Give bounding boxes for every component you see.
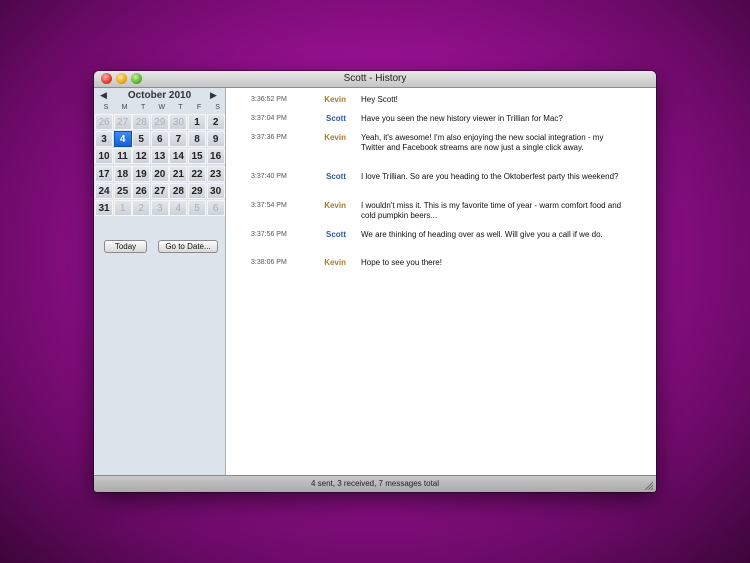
- message-sender: Kevin: [324, 258, 346, 267]
- window-title: Scott - History: [343, 73, 407, 84]
- message-sender: Kevin: [324, 95, 346, 104]
- calendar-day[interactable]: 31: [95, 200, 113, 216]
- calendar-day[interactable]: 21: [169, 165, 188, 182]
- status-summary: 4 sent, 3 received, 7 messages total: [310, 479, 440, 488]
- calendar-day[interactable]: 10: [95, 148, 113, 165]
- calendar-day[interactable]: 3: [95, 131, 113, 148]
- calendar-day[interactable]: 3: [150, 200, 169, 216]
- message-timestamp: 3:37:36 PM: [251, 134, 287, 141]
- message-timestamp: 3:37:40 PM: [251, 173, 287, 180]
- calendar-day[interactable]: 26: [132, 182, 151, 199]
- calendar-day[interactable]: 1: [113, 200, 132, 216]
- message-history-list[interactable]: 3:36:52 PM Kevin Hey Scott! 3:37:04 PM Scott…: [226, 88, 656, 475]
- chevron-right-icon[interactable]: ▶: [210, 89, 217, 102]
- calendar-day[interactable]: 28: [132, 114, 151, 130]
- message-sender: Scott: [326, 114, 346, 123]
- weekday-header-row: SMTWTFS: [94, 103, 225, 113]
- calendar-day[interactable]: 15: [188, 148, 206, 165]
- calendar-day[interactable]: 29: [188, 182, 206, 199]
- message-sender: Scott: [326, 172, 346, 181]
- calendar-day[interactable]: 6: [150, 131, 169, 148]
- calendar-day[interactable]: 26: [95, 114, 113, 130]
- go-to-date-button[interactable]: Go to Date...: [158, 240, 218, 253]
- calendar-day[interactable]: 30: [169, 114, 188, 130]
- status-bar: 4 sent, 3 received, 7 messages total: [94, 475, 656, 492]
- message-text: Hope to see you there!: [361, 258, 442, 267]
- calendar-day[interactable]: 20: [150, 165, 169, 182]
- calendar-day[interactable]: 1: [188, 114, 206, 130]
- calendar-sidebar: ◀ October 2010 ▶ SMTWTFS 26 27 28 29 30 1 2 3 4 5…: [94, 88, 226, 475]
- calendar-day[interactable]: 30: [206, 182, 225, 199]
- message-timestamp: 3:37:04 PM: [251, 115, 287, 122]
- calendar-day[interactable]: 2: [132, 200, 151, 216]
- message-text: Yeah, it's awesome! I'm also enjoying th…: [361, 133, 604, 152]
- calendar-day[interactable]: 27: [150, 182, 169, 199]
- title-bar[interactable]: Scott - History: [94, 71, 656, 88]
- weekday-label: S: [103, 104, 109, 111]
- message-sender: Scott: [326, 230, 346, 239]
- message-text: Hey Scott!: [361, 95, 398, 104]
- today-button[interactable]: Today: [104, 240, 147, 253]
- calendar-day[interactable]: 16: [206, 148, 225, 165]
- calendar-day[interactable]: 19: [132, 165, 151, 182]
- calendar-day[interactable]: 24: [95, 182, 113, 199]
- calendar-day[interactable]: 18: [113, 165, 132, 182]
- message-timestamp: 3:37:54 PM: [251, 202, 287, 209]
- calendar-month-label: October 2010: [127, 90, 192, 101]
- message-text: I wouldn't miss it. This is my favorite …: [361, 201, 622, 220]
- calendar-day-selected[interactable]: 4: [113, 131, 132, 148]
- calendar-day[interactable]: 14: [169, 148, 188, 165]
- calendar-day[interactable]: 13: [150, 148, 169, 165]
- calendar-day[interactable]: 27: [113, 114, 132, 130]
- calendar-day[interactable]: 11: [113, 148, 132, 165]
- calendar-day[interactable]: 9: [206, 131, 225, 148]
- weekday-label: F: [196, 104, 202, 111]
- calendar-day[interactable]: 12: [132, 148, 151, 165]
- calendar-header: ◀ October 2010 ▶: [94, 89, 225, 102]
- message-text: Have you seen the new history viewer in …: [361, 114, 563, 123]
- message-text: I love Trillian. So are you heading to t…: [361, 172, 619, 181]
- weekday-label: T: [141, 104, 146, 111]
- weekday-label: S: [215, 104, 220, 111]
- message-sender: Kevin: [324, 133, 346, 142]
- calendar-day[interactable]: 17: [95, 165, 113, 182]
- calendar-day[interactable]: 5: [188, 200, 206, 216]
- message-text: We are thinking of heading over as well.…: [361, 230, 603, 239]
- calendar-day[interactable]: 4: [169, 200, 188, 216]
- calendar-day[interactable]: 2: [206, 114, 225, 130]
- weekday-label: M: [121, 104, 128, 111]
- calendar-day[interactable]: 29: [150, 114, 169, 130]
- calendar-day[interactable]: 5: [132, 131, 151, 148]
- weekday-label: T: [178, 104, 183, 111]
- message-timestamp: 3:37:56 PM: [251, 231, 287, 238]
- message-timestamp: 3:38:06 PM: [251, 259, 287, 266]
- calendar-day[interactable]: 22: [188, 165, 206, 182]
- calendar-day[interactable]: 23: [206, 165, 225, 182]
- calendar-day[interactable]: 6: [206, 200, 225, 216]
- message-sender: Kevin: [324, 201, 346, 210]
- weekday-label: W: [158, 104, 166, 111]
- calendar-day[interactable]: 7: [169, 131, 188, 148]
- resize-grip-icon[interactable]: [643, 480, 653, 490]
- history-window: Scott - History ◀ October 2010 ▶ S M T W T F S…: [94, 71, 656, 492]
- calendar-day[interactable]: 28: [169, 182, 188, 199]
- message-timestamp: 3:36:52 PM: [251, 96, 287, 103]
- calendar-day[interactable]: 8: [188, 131, 206, 148]
- calendar-day[interactable]: 25: [113, 182, 132, 199]
